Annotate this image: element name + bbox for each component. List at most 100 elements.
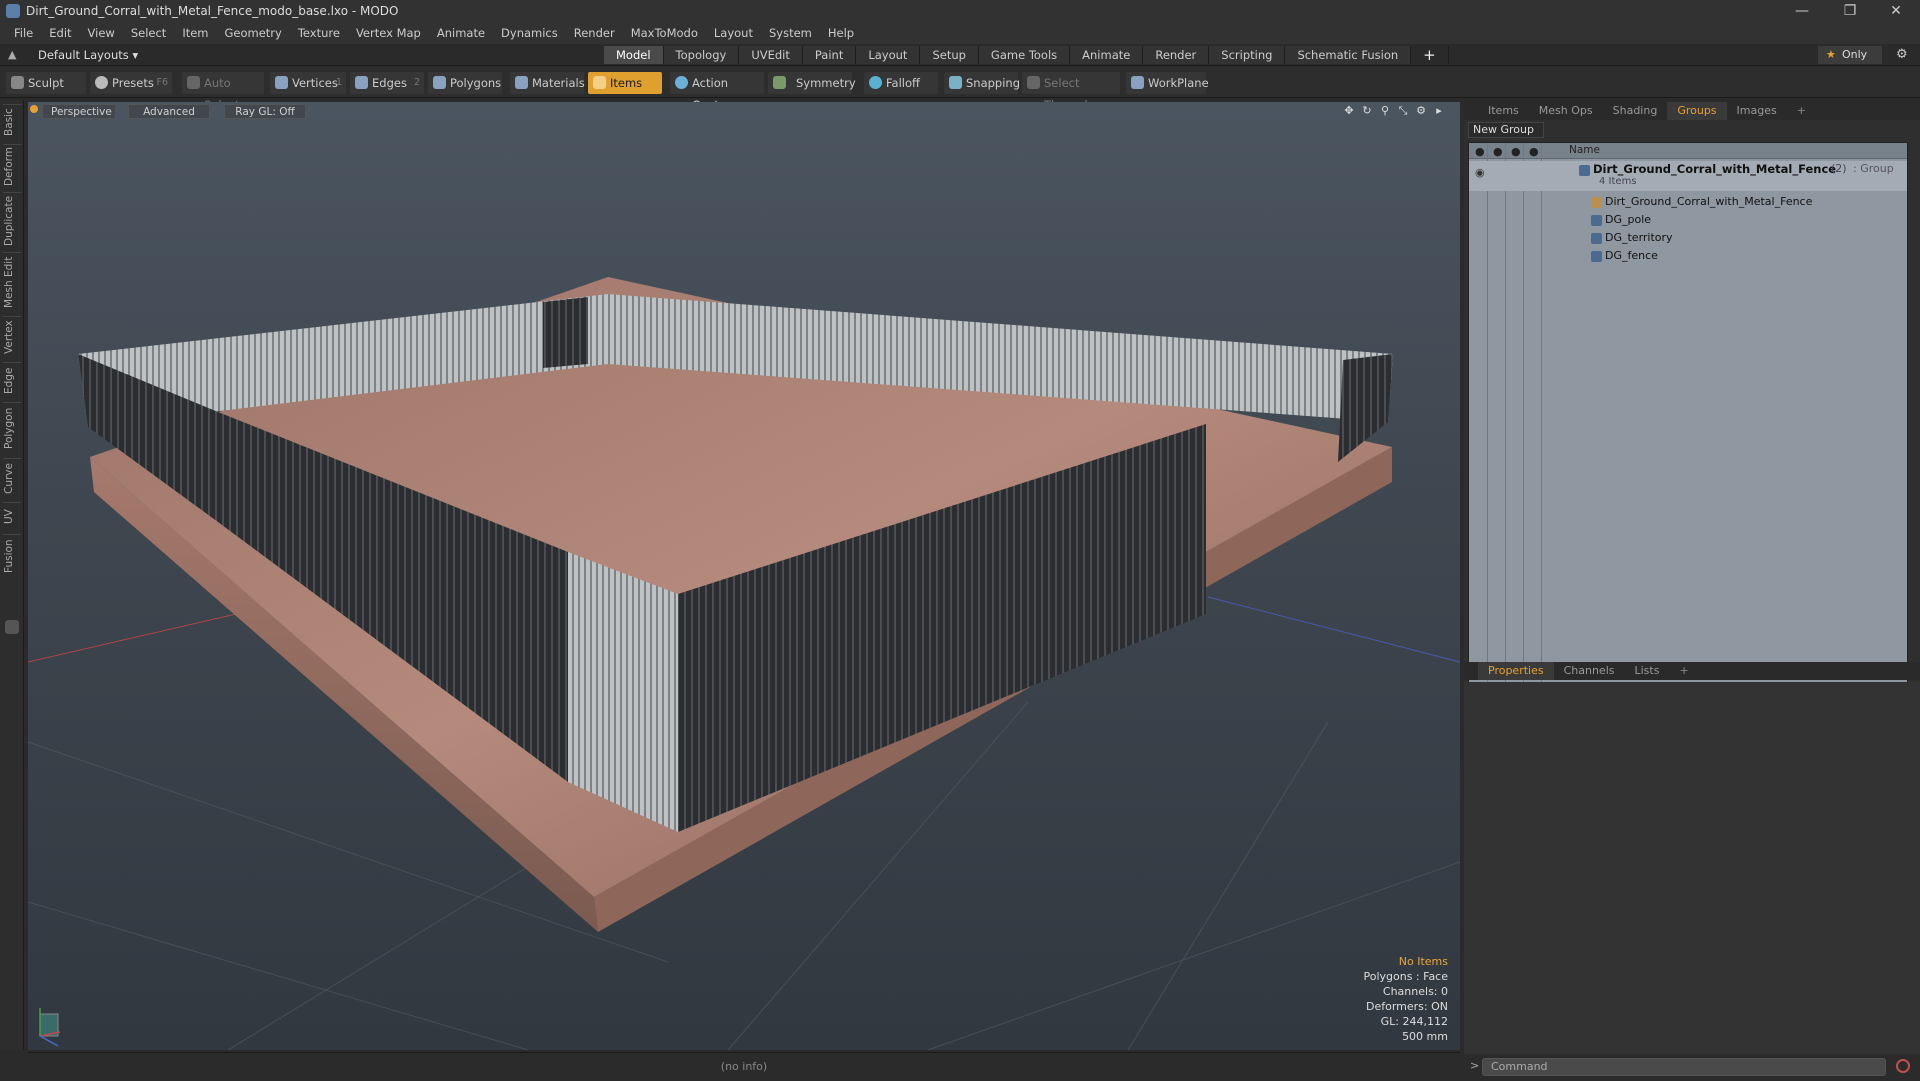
close-button[interactable]: ✕ <box>1874 0 1918 22</box>
polygons-icon <box>433 76 446 89</box>
minimize-button[interactable]: — <box>1780 0 1824 22</box>
panel-toggle-icon[interactable] <box>5 620 19 634</box>
list-item[interactable]: DG_fence <box>1469 247 1907 265</box>
viewport-nav-icons: ✥ ↻ ⚲ ⤡ ⚙ ▸ <box>1342 104 1446 118</box>
tab-model[interactable]: Model <box>604 46 664 64</box>
vtab-duplicate[interactable]: Duplicate <box>3 192 21 248</box>
menu-system[interactable]: System <box>761 26 820 40</box>
item-panel-tabs: Items Mesh Ops Shading Groups Images + <box>1464 102 1920 120</box>
tab-channels[interactable]: Channels <box>1554 662 1625 680</box>
new-group-button[interactable]: New Group <box>1468 122 1544 138</box>
menu-geometry[interactable]: Geometry <box>217 26 290 40</box>
command-input[interactable]: Command <box>1482 1058 1886 1076</box>
lock-col-icon[interactable]: ● <box>1511 145 1521 158</box>
tab-lists[interactable]: Lists <box>1625 662 1670 680</box>
move-view-icon[interactable]: ✥ <box>1342 104 1356 118</box>
polygons-button[interactable]: Polygons <box>428 72 502 94</box>
gear-icon[interactable]: ⚙ <box>1896 47 1908 62</box>
visibility-col-icon[interactable]: ● <box>1475 145 1485 158</box>
vtab-uv[interactable]: UV <box>3 502 21 530</box>
vtab-fusion[interactable]: Fusion <box>3 534 21 578</box>
stat-polygons: Polygons : Face <box>1363 970 1448 983</box>
view-settings-icon[interactable]: ⚙ <box>1414 104 1428 118</box>
tab-properties[interactable]: Properties <box>1478 662 1554 680</box>
render-col-icon[interactable]: ● <box>1493 145 1503 158</box>
vtab-mesh-edit[interactable]: Mesh Edit <box>3 252 21 312</box>
menu-dynamics[interactable]: Dynamics <box>493 26 566 40</box>
fence-dark-panel <box>543 297 588 368</box>
select-col-icon[interactable]: ● <box>1529 145 1539 158</box>
tab-uvedit[interactable]: UVEdit <box>739 46 803 64</box>
menu-render[interactable]: Render <box>566 26 623 40</box>
tab-schematic-fusion[interactable]: Schematic Fusion <box>1285 46 1412 64</box>
tab-paint[interactable]: Paint <box>802 46 857 64</box>
symmetry-icon <box>773 76 786 89</box>
corral-scene <box>28 277 1460 1050</box>
menu-item[interactable]: Item <box>174 26 216 40</box>
tab-groups[interactable]: Groups <box>1667 102 1727 120</box>
vtab-polygon[interactable]: Polygon <box>3 402 21 454</box>
list-item[interactable]: DG_territory <box>1469 229 1907 247</box>
tab-items[interactable]: Items <box>1478 102 1529 120</box>
list-item[interactable]: Dirt_Ground_Corral_with_Metal_Fence <box>1469 193 1907 211</box>
add-panel-tab-icon[interactable]: + <box>1787 102 1816 120</box>
action-center-button[interactable]: Action Center <box>670 72 764 112</box>
menu-edit[interactable]: Edit <box>41 26 79 40</box>
shading-selector[interactable]: Advanced <box>128 104 210 119</box>
vtab-edge[interactable]: Edge <box>3 362 21 398</box>
tab-shading[interactable]: Shading <box>1603 102 1668 120</box>
menu-texture[interactable]: Texture <box>290 26 348 40</box>
vtab-curve[interactable]: Curve <box>3 458 21 498</box>
presets-icon <box>95 76 108 89</box>
vertices-button[interactable]: Vertices 1 <box>270 72 346 94</box>
menu-maxtomodo[interactable]: MaxToModo <box>623 26 706 40</box>
tab-topology[interactable]: Topology <box>663 46 740 64</box>
select-through-button[interactable]: Select Through <box>1022 72 1120 112</box>
edges-button[interactable]: Edges 2 <box>350 72 424 94</box>
sculpt-button[interactable]: Sculpt <box>6 72 86 94</box>
tab-mesh-ops[interactable]: Mesh Ops <box>1529 102 1603 120</box>
menu-file[interactable]: File <box>6 26 41 40</box>
menu-vertex-map[interactable]: Vertex Map <box>348 26 429 40</box>
snapping-button[interactable]: Snapping <box>944 72 1020 94</box>
zoom-view-icon[interactable]: ⚲ <box>1378 104 1392 118</box>
falloff-button[interactable]: Falloff <box>864 72 938 94</box>
tab-layout[interactable]: Layout <box>856 46 921 64</box>
menu-help[interactable]: Help <box>820 26 862 40</box>
menu-select[interactable]: Select <box>123 26 174 40</box>
3d-viewport[interactable]: Perspective Advanced Ray GL: Off ✥ ↻ ⚲ ⤡… <box>28 102 1460 1050</box>
auto-select-button[interactable]: Auto Select <box>182 72 264 112</box>
name-column-header[interactable]: Name <box>1569 144 1600 156</box>
items-button[interactable]: Items <box>588 72 662 94</box>
raygl-toggle[interactable]: Ray GL: Off <box>224 104 306 119</box>
tab-setup[interactable]: Setup <box>920 46 979 64</box>
restore-button[interactable]: ❐ <box>1828 0 1872 22</box>
tab-scripting[interactable]: Scripting <box>1209 46 1286 64</box>
menu-animate[interactable]: Animate <box>429 26 493 40</box>
viewport-more-icon[interactable]: ▸ <box>1432 104 1446 118</box>
tab-animate[interactable]: Animate <box>1070 46 1144 64</box>
menu-layout[interactable]: Layout <box>706 26 761 40</box>
materials-button[interactable]: Materials <box>510 72 585 94</box>
rotate-view-icon[interactable]: ↻ <box>1360 104 1374 118</box>
perspective-selector[interactable]: Perspective <box>42 104 116 119</box>
vtab-basic[interactable]: Basic <box>3 104 21 140</box>
group-row[interactable]: ◉ Dirt_Ground_Corral_with_Metal_Fence (2… <box>1469 161 1907 191</box>
presets-button[interactable]: Presets F6 <box>90 72 172 94</box>
workplane-button[interactable]: WorkPlane <box>1126 72 1209 94</box>
vtab-vertex[interactable]: Vertex <box>3 316 21 358</box>
tab-images[interactable]: Images <box>1727 102 1787 120</box>
tab-game-tools[interactable]: Game Tools <box>978 46 1071 64</box>
eye-icon[interactable]: ◉ <box>1475 164 1485 182</box>
command-history-icon[interactable] <box>1896 1059 1910 1073</box>
symmetry-button[interactable]: Symmetry <box>768 72 856 94</box>
list-item[interactable]: DG_pole <box>1469 211 1907 229</box>
vtab-deform[interactable]: Deform <box>3 144 21 188</box>
tab-render[interactable]: Render <box>1143 46 1210 64</box>
layout-selector[interactable]: Default Layouts ▾ <box>14 46 138 64</box>
add-tab-icon[interactable]: + <box>1411 46 1449 64</box>
menu-view[interactable]: View <box>80 26 123 40</box>
only-toggle[interactable]: ★ Only <box>1818 46 1882 64</box>
add-properties-tab-icon[interactable]: + <box>1669 662 1698 680</box>
fit-view-icon[interactable]: ⤡ <box>1396 104 1410 118</box>
